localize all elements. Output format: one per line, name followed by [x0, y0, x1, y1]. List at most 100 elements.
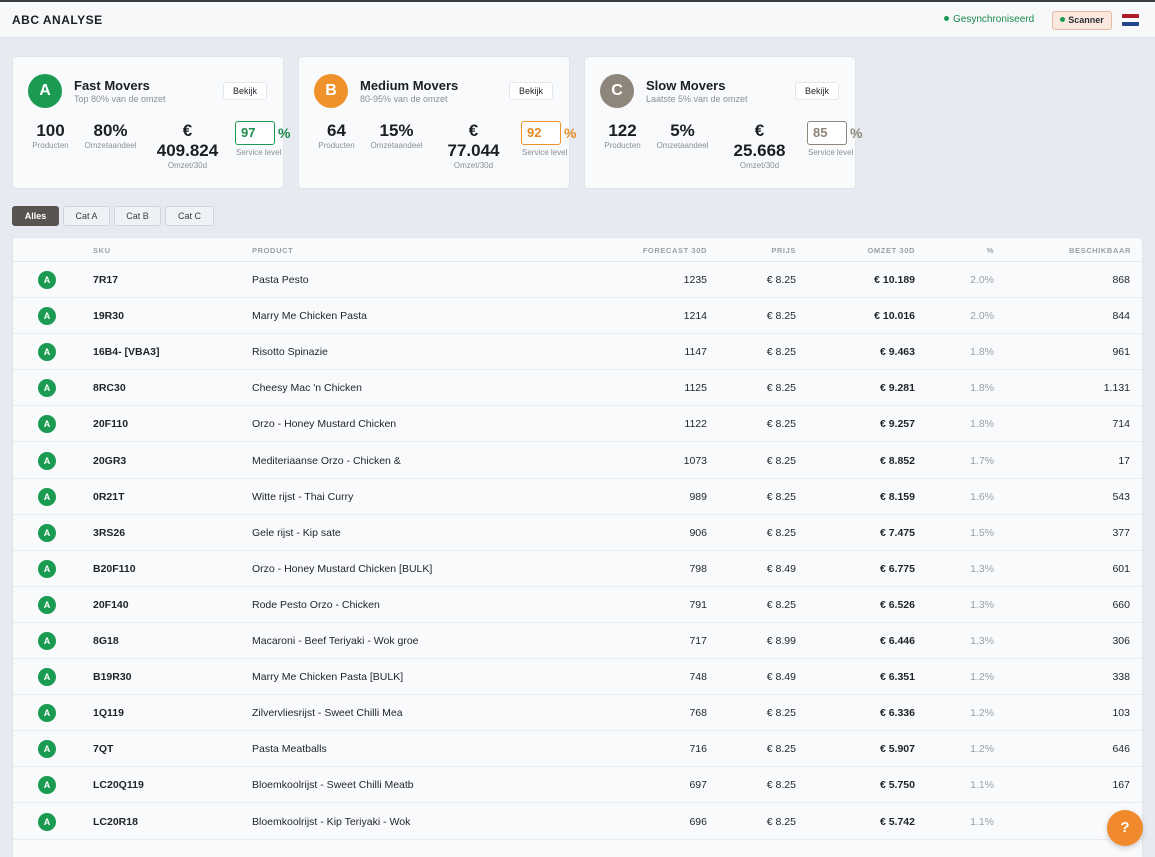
col-header-percent[interactable]: %: [953, 246, 994, 255]
revenue-cell: € 8.852: [879, 454, 915, 467]
revenue-cell: € 6.526: [879, 598, 915, 611]
col-header-sku[interactable]: SKU: [93, 246, 111, 255]
percent-cell: 1.3%: [970, 598, 994, 611]
col-header-revenue[interactable]: OMZET 30D: [815, 246, 915, 255]
price-cell: € 8.25: [766, 310, 796, 323]
product-cell: Risotto Spinazie: [252, 346, 328, 359]
category-badge: A: [38, 271, 56, 289]
card-subtitle: Top 80% van de omzet: [74, 94, 166, 104]
table-row[interactable]: A 8RC30 Cheesy Mac 'n Chicken 1125 € 8.25 € 9…: [13, 370, 1142, 407]
service-level-input[interactable]: 97: [235, 121, 275, 145]
available-cell: 868: [1112, 274, 1130, 286]
table-row[interactable]: A 8G18 Macaroni - Beef Teriyaki - Wok groe…: [13, 623, 1142, 659]
price-cell: € 8.25: [766, 743, 796, 756]
sku-cell: 20GR3: [93, 454, 127, 467]
share-stat: 5% Omzetaandeel: [645, 121, 720, 151]
revenue-cell: € 10.189: [874, 274, 915, 286]
share-value: 15%: [379, 121, 414, 140]
percent-cell: 1.1%: [970, 779, 994, 792]
table-row[interactable]: A 0R21T Witte rijst - Thai Curry 989 € 8.25 €…: [13, 479, 1142, 515]
forecast-cell: 1147: [684, 346, 707, 359]
revenue-cell: € 6.446: [879, 635, 915, 647]
revenue-cell: € 9.281: [879, 382, 915, 395]
revenue-currency: €: [754, 121, 765, 140]
sync-status-label: Gesynchroniseerd: [953, 14, 1035, 25]
percent-cell: 1.2%: [970, 743, 994, 756]
filter-cat-a[interactable]: Cat A: [63, 206, 110, 226]
view-button[interactable]: Bekijk: [223, 82, 267, 100]
card-title: Slow Movers: [646, 78, 726, 93]
forecast-cell: 1125: [684, 382, 707, 395]
category-badge: A: [38, 812, 56, 831]
service-level-input[interactable]: 92: [521, 121, 561, 145]
forecast-cell: 697: [689, 779, 707, 792]
revenue-cell: € 10.016: [874, 310, 915, 323]
table-row[interactable]: A 3RS26 Gele rijst - Kip sate 906 € 8.25 € 7.…: [13, 515, 1142, 551]
share-value: 80%: [93, 121, 128, 140]
available-cell: 646: [1112, 743, 1130, 756]
dutch-flag-icon[interactable]: [1122, 14, 1139, 26]
percent-cell: 1.8%: [970, 418, 994, 431]
revenue-cell: € 6.336: [879, 707, 915, 720]
product-cell: Pasta Pesto: [252, 274, 309, 286]
category-badge: A: [38, 559, 56, 578]
available-cell: 601: [1112, 562, 1130, 575]
sku-cell: LC20R18: [93, 815, 138, 828]
products-stat: 100 Producten: [23, 121, 78, 151]
scanner-button-label: Scanner: [1068, 15, 1104, 25]
table-row[interactable]: A 7R17 Pasta Pesto 1235 € 8.25 € 10.189 2.0% 86…: [13, 262, 1142, 298]
table-row[interactable]: A 20F110 Orzo - Honey Mustard Chicken 1122 €…: [13, 406, 1142, 443]
col-header-product[interactable]: PRODUCT: [252, 246, 293, 255]
percent-cell: 2.0%: [970, 310, 994, 323]
filter-all[interactable]: Alles: [12, 206, 59, 226]
available-cell: 543: [1112, 490, 1130, 503]
table-row[interactable]: A 7QT Pasta Meatballs 716 € 8.25 € 5.907 1.2% 6…: [13, 731, 1142, 768]
status-dot-icon: [1060, 17, 1066, 22]
available-cell: 844: [1112, 310, 1130, 323]
share-label: Omzetaandeel: [370, 141, 423, 150]
filter-cat-b[interactable]: Cat B: [114, 206, 161, 226]
sku-cell: 20F140: [93, 598, 129, 611]
help-button[interactable]: ?: [1107, 810, 1143, 846]
products-label: Producten: [318, 141, 355, 150]
table-row[interactable]: A 20F140 Rode Pesto Orzo - Chicken 791 € 8.2…: [13, 587, 1142, 623]
percent-cell: 1.3%: [970, 562, 994, 575]
table-row[interactable]: A LC20Q119 Bloemkoolrijst - Sweet Chilli M…: [13, 767, 1142, 804]
price-cell: € 8.99: [766, 635, 796, 647]
table-row[interactable]: A 19R30 Marry Me Chicken Pasta 1214 € 8.25 € …: [13, 298, 1142, 335]
available-cell: 17: [1118, 454, 1130, 467]
product-cell: Orzo - Honey Mustard Chicken: [252, 418, 397, 431]
percent-cell: 1.7%: [970, 454, 994, 467]
forecast-cell: 989: [689, 490, 707, 503]
sku-cell: 7QT: [93, 743, 114, 756]
price-cell: € 8.25: [766, 454, 796, 467]
col-header-forecast[interactable]: FORECAST 30D: [607, 246, 707, 255]
product-cell: Cheesy Mac 'n Chicken: [252, 382, 362, 395]
table-row[interactable]: A 16B4- [VBA3] Risotto Spinazie 1147 € 8.25 €…: [13, 334, 1142, 371]
forecast-cell: 906: [689, 526, 707, 539]
available-cell: 714: [1112, 418, 1130, 431]
scanner-button[interactable]: Scanner: [1052, 11, 1112, 30]
percent-cell: 1.6%: [970, 490, 994, 503]
available-cell: 660: [1112, 598, 1130, 611]
sku-cell: 20F110: [93, 418, 129, 431]
revenue-currency: €: [468, 121, 479, 140]
filter-cat-c[interactable]: Cat C: [165, 206, 214, 226]
view-button[interactable]: Bekijk: [509, 82, 553, 100]
table-row[interactable]: A B19R30 Marry Me Chicken Pasta [BULK] 748 €…: [13, 659, 1142, 696]
col-header-available[interactable]: BESCHIKBAAR: [1013, 246, 1131, 255]
product-cell: Mediteriaanse Orzo - Chicken &: [252, 454, 401, 467]
service-level-input[interactable]: 85: [807, 121, 847, 145]
price-cell: € 8.25: [766, 274, 796, 286]
table-row[interactable]: A LC20R18 Bloemkoolrijst - Kip Teriyaki - …: [13, 804, 1142, 840]
products-label: Producten: [604, 141, 641, 150]
table-row[interactable]: A B20F110 Orzo - Honey Mustard Chicken [BU…: [13, 551, 1142, 587]
products-count: 122: [608, 121, 637, 140]
category-badge: A: [38, 704, 56, 723]
table-row[interactable]: A 20GR3 Mediteriaanse Orzo - Chicken & 1073…: [13, 443, 1142, 479]
table-row[interactable]: A 1Q119 Zilvervliesrijst - Sweet Chilli Me…: [13, 695, 1142, 732]
col-header-price[interactable]: PRIJS: [736, 246, 796, 255]
view-button[interactable]: Bekijk: [795, 82, 839, 100]
revenue-label: Omzet/30d: [453, 161, 494, 170]
category-badge: A: [38, 307, 56, 326]
